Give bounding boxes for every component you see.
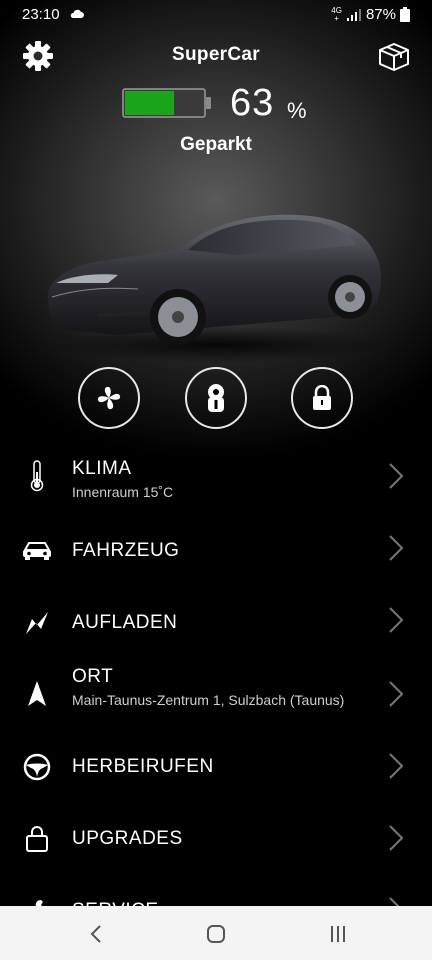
- system-nav-bar: [0, 906, 432, 960]
- menu-item-aufladen[interactable]: AUFLADEN: [0, 584, 432, 656]
- chevron-right-icon: [389, 535, 404, 561]
- status-right: 4G + 87%: [331, 6, 410, 23]
- menu-item-herbeirufen[interactable]: HERBEIRUFEN: [0, 730, 432, 802]
- lock-icon: [313, 385, 331, 410]
- menu-title-aufladen: AUFLADEN: [72, 612, 178, 633]
- signal-icon: [346, 8, 361, 21]
- nav-back-button[interactable]: [82, 920, 110, 948]
- fan-icon: [97, 386, 121, 410]
- nav-recents-button[interactable]: [324, 920, 352, 948]
- box-button[interactable]: [376, 40, 412, 72]
- steering-wheel-icon: [20, 750, 54, 784]
- menu-title-fahrzeug: FAHRZEUG: [72, 540, 180, 561]
- navigation-arrow-icon: [20, 677, 54, 711]
- menu-item-klima[interactable]: KLIMA Innenraum 15˚C: [0, 440, 432, 512]
- key-icon: [208, 384, 224, 412]
- home-icon: [207, 925, 225, 943]
- status-time: 23:10: [22, 6, 60, 23]
- battery-percent: 63: [230, 82, 275, 124]
- menu-title-ort: ORT: [72, 666, 114, 687]
- phone-battery-icon: [400, 7, 410, 22]
- cloud-icon: [70, 9, 84, 18]
- menu-title-klima: KLIMA: [72, 458, 132, 479]
- chevron-right-icon: [389, 681, 404, 707]
- recents-icon: [331, 926, 345, 942]
- nav-home-button[interactable]: [202, 920, 230, 948]
- car-image: [47, 214, 388, 363]
- chevron-right-icon: [389, 607, 404, 633]
- thermometer-icon: [20, 459, 54, 493]
- chevron-right-icon: [389, 463, 404, 489]
- car-icon: [20, 533, 54, 567]
- menu-title-upgrades: UPGRADES: [72, 828, 183, 849]
- network-activity: +: [334, 13, 339, 23]
- battery-gauge: [122, 88, 211, 118]
- app-title: SuperCar: [172, 44, 260, 65]
- menu-subtitle-ort: Main-Taunus-Zentrum 1, Sulzbach (Taunus): [72, 692, 345, 708]
- lock-button[interactable]: [291, 367, 353, 429]
- chevron-right-icon: [389, 753, 404, 779]
- vehicle-status: Geparkt: [180, 134, 252, 155]
- menu-item-fahrzeug[interactable]: FAHRZEUG: [0, 512, 432, 584]
- phone-battery-text: 87%: [365, 6, 396, 23]
- battery-fill: [125, 91, 175, 115]
- key-button[interactable]: [185, 367, 247, 429]
- menu-title-herbeirufen: HERBEIRUFEN: [72, 756, 214, 777]
- battery-percent-sign: %: [287, 98, 307, 123]
- chevron-right-icon: [389, 825, 404, 851]
- box-icon: [379, 43, 409, 71]
- back-icon: [90, 925, 101, 943]
- bag-icon: [20, 822, 54, 856]
- climate-fan-button[interactable]: [78, 367, 140, 429]
- menu-item-upgrades[interactable]: UPGRADES: [0, 802, 432, 874]
- lightning-icon: [20, 606, 54, 640]
- menu-subtitle-klima: Innenraum 15˚C: [72, 484, 174, 500]
- status-bar: 23:10 4G + 87%: [0, 0, 432, 30]
- network-indicator: 4G +: [331, 6, 342, 23]
